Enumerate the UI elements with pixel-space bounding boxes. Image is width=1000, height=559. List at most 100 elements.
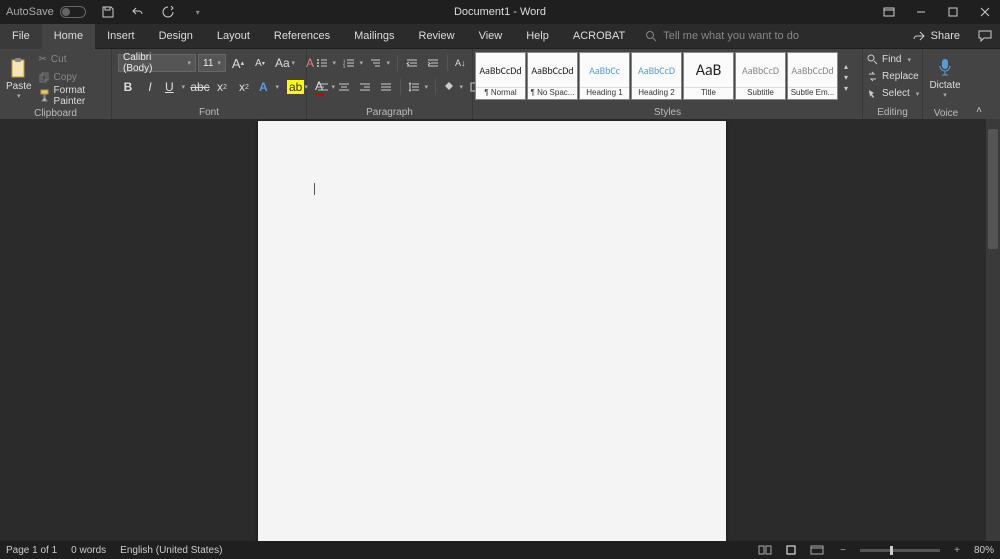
select-button[interactable]: Select ▾ bbox=[867, 85, 919, 102]
numbering-button[interactable]: 123▾ bbox=[340, 53, 366, 73]
tab-design[interactable]: Design bbox=[147, 24, 205, 49]
format-painter-icon bbox=[39, 89, 50, 102]
status-words[interactable]: 0 words bbox=[71, 545, 106, 556]
clipboard-group-label: Clipboard bbox=[0, 107, 111, 119]
tab-insert[interactable]: Insert bbox=[95, 24, 147, 49]
align-right-button[interactable] bbox=[355, 77, 375, 97]
bullets-button[interactable]: ▾ bbox=[313, 53, 339, 73]
zoom-slider[interactable] bbox=[860, 549, 940, 552]
share-icon bbox=[913, 30, 925, 42]
style-heading-2[interactable]: AaBbCcDHeading 2 bbox=[631, 52, 682, 100]
font-size-combo[interactable]: 11▾ bbox=[198, 54, 226, 72]
svg-text:3: 3 bbox=[343, 64, 346, 68]
style-title[interactable]: AaBTitle bbox=[683, 52, 734, 100]
page[interactable] bbox=[258, 121, 726, 541]
justify-button[interactable] bbox=[376, 77, 396, 97]
tab-review[interactable]: Review bbox=[407, 24, 467, 49]
chevron-down-icon: ▾ bbox=[916, 90, 920, 98]
style-preview: AaBbCcD bbox=[632, 53, 681, 87]
zoom-slider-thumb[interactable] bbox=[890, 546, 893, 555]
style-label: ¶ No Spac... bbox=[528, 87, 577, 99]
tell-me-search[interactable]: Tell me what you want to do bbox=[645, 30, 799, 42]
underline-button[interactable]: U▾ bbox=[162, 77, 188, 97]
tab-home[interactable]: Home bbox=[42, 24, 95, 49]
tab-layout[interactable]: Layout bbox=[205, 24, 262, 49]
select-icon bbox=[867, 88, 878, 99]
align-left-button[interactable] bbox=[313, 77, 333, 97]
qat-customize-icon[interactable]: ▾ bbox=[188, 2, 208, 22]
decrease-indent-button[interactable] bbox=[402, 53, 422, 73]
comments-icon[interactable] bbox=[970, 30, 1000, 42]
grow-font-button[interactable]: A▴ bbox=[228, 53, 248, 73]
redo-icon[interactable] bbox=[158, 2, 178, 22]
select-label: Select bbox=[882, 88, 910, 99]
styles-more-button[interactable]: ▴▾▾ bbox=[839, 52, 853, 102]
style--normal[interactable]: AaBbCcDd¶ Normal bbox=[475, 52, 526, 100]
zoom-in-button[interactable]: + bbox=[948, 543, 966, 557]
dictate-icon bbox=[937, 58, 953, 78]
tab-file[interactable]: File bbox=[0, 24, 42, 49]
style-label: Subtitle bbox=[736, 87, 785, 99]
save-icon[interactable] bbox=[98, 2, 118, 22]
vertical-scrollbar[interactable] bbox=[986, 119, 1000, 541]
status-language[interactable]: English (United States) bbox=[120, 545, 222, 556]
strikethrough-button[interactable]: abc bbox=[190, 77, 210, 97]
dictate-button[interactable]: Dictate ▾ bbox=[927, 51, 963, 105]
style-subtle-em-[interactable]: AaBbCcDdSubtle Em... bbox=[787, 52, 838, 100]
status-page[interactable]: Page 1 of 1 bbox=[6, 545, 57, 556]
close-icon[interactable] bbox=[970, 0, 1000, 24]
bold-button[interactable]: B bbox=[118, 77, 138, 97]
group-voice: Dictate ▾ Voice bbox=[923, 49, 969, 119]
line-spacing-button[interactable]: ▾ bbox=[405, 77, 431, 97]
maximize-icon[interactable] bbox=[938, 0, 968, 24]
style-label: ¶ Normal bbox=[476, 87, 525, 99]
tab-help[interactable]: Help bbox=[514, 24, 561, 49]
chevron-down-icon: ▾ bbox=[291, 59, 295, 67]
subscript-button[interactable]: x2 bbox=[212, 77, 232, 97]
tab-acrobat[interactable]: ACROBAT bbox=[561, 24, 637, 49]
scrollbar-thumb[interactable] bbox=[988, 129, 998, 249]
increase-indent-button[interactable] bbox=[423, 53, 443, 73]
tab-references[interactable]: References bbox=[262, 24, 342, 49]
share-button[interactable]: Share bbox=[903, 30, 970, 42]
style-preview: AaBbCcDd bbox=[476, 53, 525, 87]
collapse-ribbon-button[interactable]: ˄ bbox=[969, 105, 989, 116]
align-center-button[interactable] bbox=[334, 77, 354, 97]
chevron-down-icon: ▾ bbox=[943, 91, 947, 99]
minimize-icon[interactable] bbox=[906, 0, 936, 24]
paste-button[interactable]: Paste ▾ bbox=[4, 51, 34, 105]
zoom-value[interactable]: 80% bbox=[974, 545, 994, 556]
style--no-spac-[interactable]: AaBbCcDd¶ No Spac... bbox=[527, 52, 578, 100]
style-preview: AaB bbox=[684, 53, 733, 87]
style-label: Heading 1 bbox=[580, 87, 629, 99]
undo-icon[interactable] bbox=[128, 2, 148, 22]
tab-view[interactable]: View bbox=[467, 24, 515, 49]
font-name-combo[interactable]: Calibri (Body)▾ bbox=[118, 54, 196, 72]
text-effects-button[interactable]: A▾ bbox=[256, 77, 282, 97]
autosave-toggle[interactable]: AutoSave bbox=[6, 6, 86, 18]
tab-mailings[interactable]: Mailings bbox=[342, 24, 406, 49]
ribbon-display-options-icon[interactable] bbox=[874, 0, 904, 24]
chevron-down-icon: ▾ bbox=[359, 59, 363, 67]
autosave-switch[interactable] bbox=[60, 6, 86, 18]
shading-button[interactable]: ▾ bbox=[440, 77, 466, 97]
zoom-out-button[interactable]: − bbox=[834, 543, 852, 557]
shrink-font-button[interactable]: A▾ bbox=[250, 53, 270, 73]
print-layout-icon[interactable] bbox=[782, 543, 800, 557]
paste-label: Paste bbox=[6, 81, 32, 92]
italic-button[interactable]: I bbox=[140, 77, 160, 97]
find-button[interactable]: Find▾ bbox=[867, 51, 911, 68]
superscript-button[interactable]: x2 bbox=[234, 77, 254, 97]
read-mode-icon[interactable] bbox=[756, 543, 774, 557]
style-heading-1[interactable]: AaBbCcHeading 1 bbox=[579, 52, 630, 100]
replace-button[interactable]: Replace bbox=[867, 68, 919, 85]
font-group-label: Font bbox=[112, 105, 306, 119]
format-painter-button[interactable]: Format Painter bbox=[36, 87, 107, 104]
change-case-button[interactable]: Aa▾ bbox=[272, 53, 298, 73]
style-subtitle[interactable]: AaBbCcDSubtitle bbox=[735, 52, 786, 100]
multilevel-list-button[interactable]: ▾ bbox=[367, 53, 393, 73]
status-bar: Page 1 of 1 0 words English (United Stat… bbox=[0, 541, 1000, 559]
style-preview: AaBbCcDd bbox=[788, 53, 837, 87]
web-layout-icon[interactable] bbox=[808, 543, 826, 557]
chevron-down-icon: ▾ bbox=[424, 83, 428, 91]
